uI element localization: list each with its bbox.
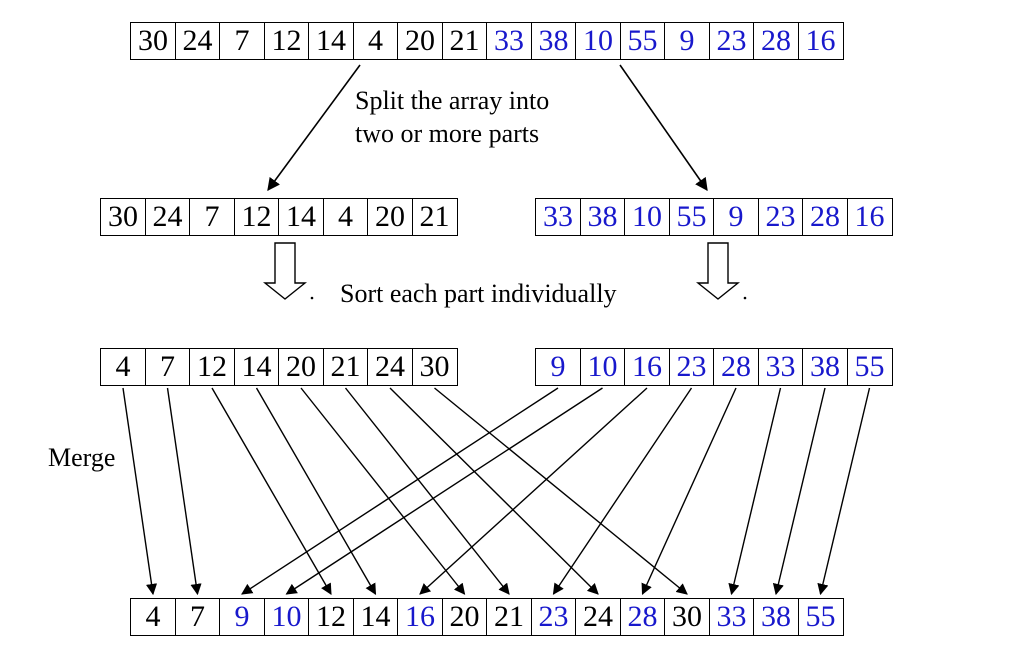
array-cell: 28 <box>620 598 666 636</box>
array-cell: 14 <box>308 22 354 60</box>
array-cell: 20 <box>442 598 488 636</box>
array-top: 3024 71214 4202133381055 9232816 <box>130 22 844 60</box>
array-cell: 7 <box>219 22 265 60</box>
array-split-left: 3024 71214 42021 <box>100 198 458 236</box>
array-cell: 24 <box>367 348 413 386</box>
array-cell: 55 <box>798 598 844 636</box>
array-cell: 55 <box>847 348 893 386</box>
array-cell: 12 <box>189 348 235 386</box>
caption-sort: Sort each part individually <box>340 278 617 311</box>
array-cell: 33 <box>486 22 532 60</box>
array-cell: 4 <box>100 348 146 386</box>
array-cell: 7 <box>189 198 235 236</box>
array-cell: 7 <box>145 348 191 386</box>
array-sorted-right: 910162328333855 <box>535 348 893 386</box>
array-cell: 7 <box>175 598 221 636</box>
array-cell: 30 <box>412 348 458 386</box>
array-cell: 10 <box>624 198 670 236</box>
array-cell: 33 <box>758 348 804 386</box>
caption-split: Split the array into two or more parts <box>355 85 549 150</box>
array-cell: 9 <box>713 198 759 236</box>
array-cell: 24 <box>145 198 191 236</box>
array-cell: 38 <box>753 598 799 636</box>
array-cell: 28 <box>713 348 759 386</box>
caption-merge: Merge <box>48 442 115 475</box>
array-cell: 16 <box>847 198 893 236</box>
array-cell: 38 <box>531 22 577 60</box>
array-cell: 33 <box>535 198 581 236</box>
array-cell: 10 <box>580 348 626 386</box>
array-cell: 9 <box>535 348 581 386</box>
array-cell: 28 <box>802 198 848 236</box>
array-cell: 14 <box>353 598 399 636</box>
array-sorted-left: 4 7121420212430 <box>100 348 458 386</box>
array-cell: 9 <box>219 598 265 636</box>
array-cell: 4 <box>323 198 369 236</box>
array-cell: 10 <box>575 22 621 60</box>
array-cell: 55 <box>620 22 666 60</box>
array-cell: 38 <box>802 348 848 386</box>
array-merged: 4 7 910121416202123242830333855 <box>130 598 844 636</box>
array-cell: 23 <box>709 22 755 60</box>
array-cell: 21 <box>442 22 488 60</box>
array-cell: 16 <box>624 348 670 386</box>
array-cell: 20 <box>278 348 324 386</box>
array-cell: 12 <box>234 198 280 236</box>
array-cell: 12 <box>308 598 354 636</box>
array-cell: 28 <box>753 22 799 60</box>
array-cell: 30 <box>130 22 176 60</box>
array-cell: 24 <box>575 598 621 636</box>
array-cell: 4 <box>353 22 399 60</box>
array-cell: 14 <box>234 348 280 386</box>
array-cell: 23 <box>531 598 577 636</box>
array-cell: 20 <box>397 22 443 60</box>
array-cell: 12 <box>264 22 310 60</box>
array-cell: 21 <box>323 348 369 386</box>
array-cell: 23 <box>669 348 715 386</box>
array-cell: 20 <box>367 198 413 236</box>
array-cell: 4 <box>130 598 176 636</box>
array-split-right: 33381055 9232816 <box>535 198 893 236</box>
array-cell: 23 <box>758 198 804 236</box>
array-cell: 21 <box>412 198 458 236</box>
array-cell: 38 <box>580 198 626 236</box>
array-cell: 30 <box>100 198 146 236</box>
array-cell: 9 <box>664 22 710 60</box>
array-cell: 14 <box>278 198 324 236</box>
array-cell: 10 <box>264 598 310 636</box>
array-cell: 30 <box>664 598 710 636</box>
array-cell: 21 <box>486 598 532 636</box>
array-cell: 16 <box>798 22 844 60</box>
array-cell: 33 <box>709 598 755 636</box>
array-cell: 16 <box>397 598 443 636</box>
array-cell: 55 <box>669 198 715 236</box>
array-cell: 24 <box>175 22 221 60</box>
